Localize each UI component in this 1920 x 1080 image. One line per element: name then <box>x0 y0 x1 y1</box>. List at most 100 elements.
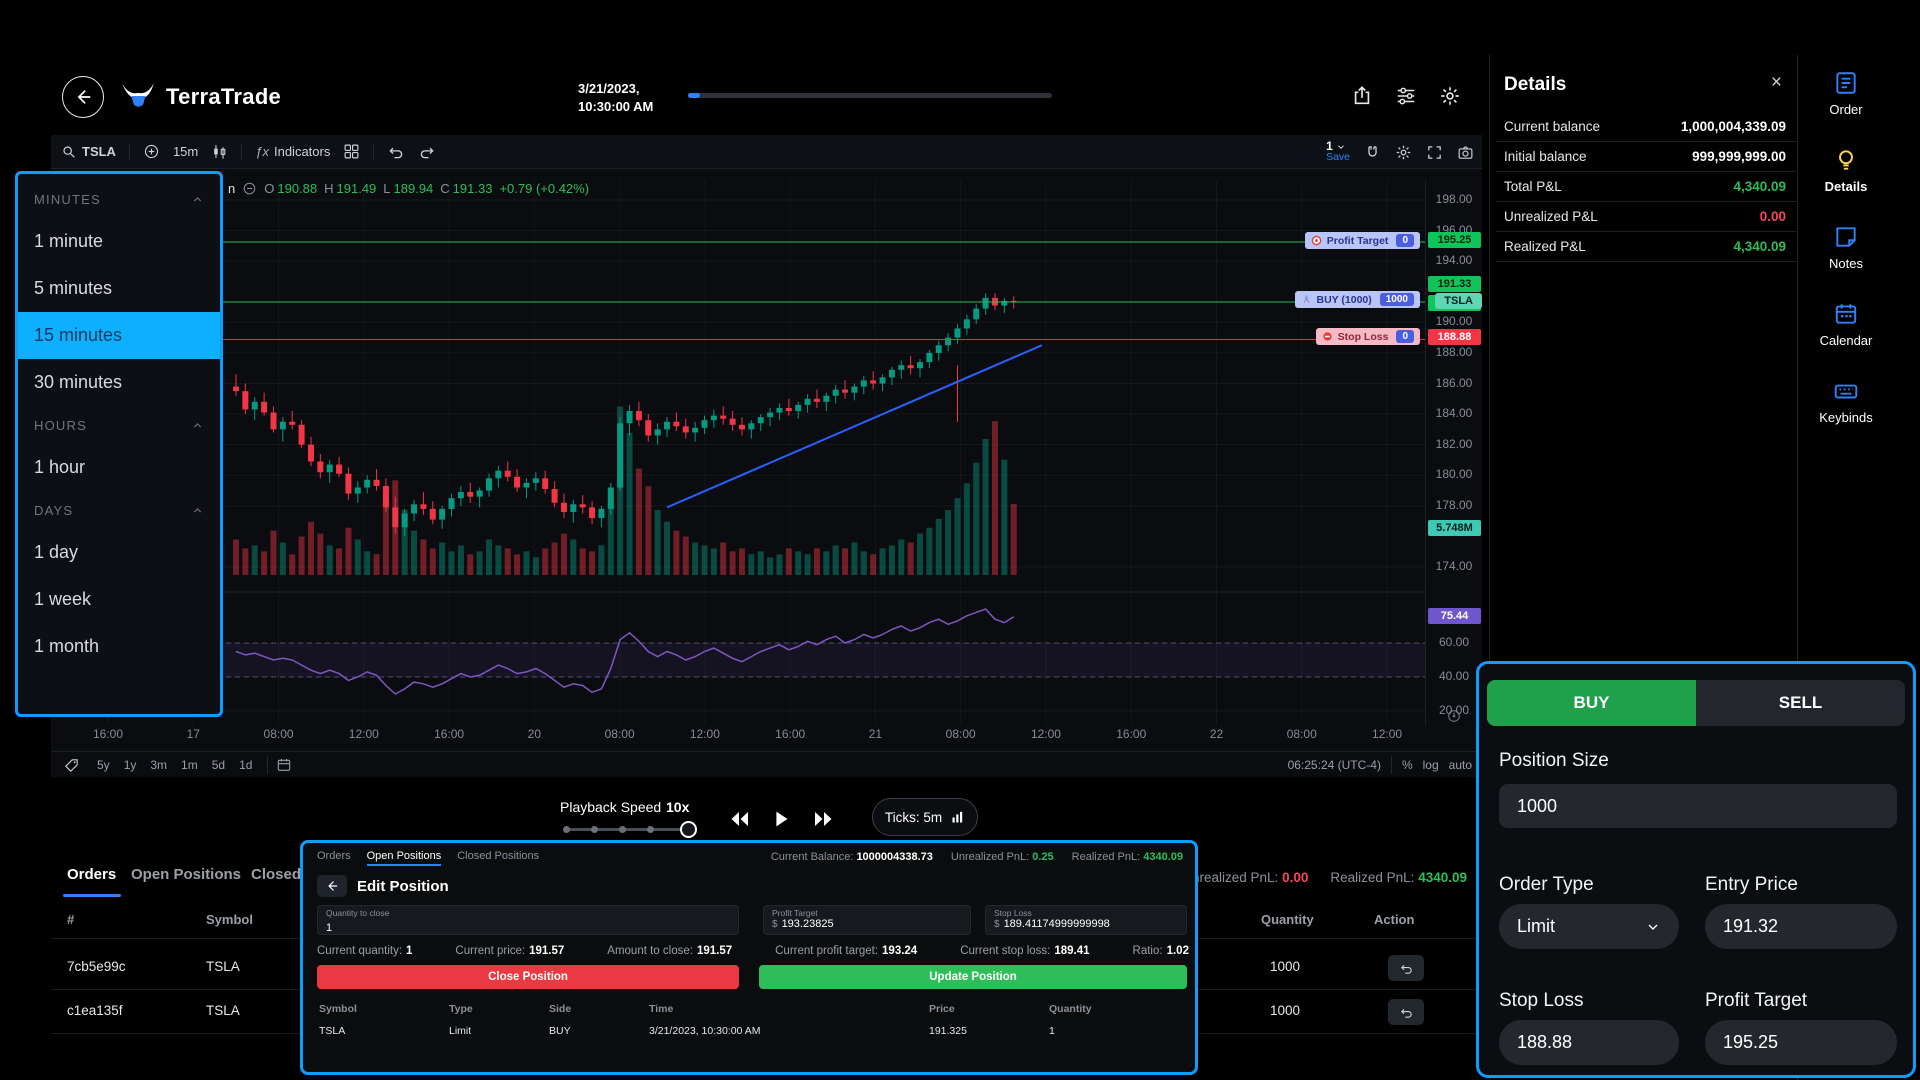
range-1d-button[interactable]: 1d <box>239 758 252 772</box>
range-3m-button[interactable]: 3m <box>150 758 167 772</box>
range-5d-button[interactable]: 5d <box>212 758 225 772</box>
symbol-search[interactable]: TSLA <box>61 144 116 160</box>
section-minutes[interactable]: MINUTES <box>18 180 220 218</box>
time-axis[interactable]: 16:001708:0012:0016:002008:0012:0016:002… <box>55 727 1425 743</box>
range-1y-button[interactable]: 1y <box>124 758 137 772</box>
timeframe-1-month[interactable]: 1 month <box>18 623 220 670</box>
timeframe-30-minutes[interactable]: 30 minutes <box>18 359 220 406</box>
section-hours[interactable]: HOURS <box>18 406 220 444</box>
nav-item-order[interactable]: Order <box>1829 70 1862 117</box>
timeframe-1-minute[interactable]: 1 minute <box>18 218 220 265</box>
rocket-icon <box>1301 294 1312 305</box>
calendar-icon <box>1833 301 1859 327</box>
speed-slider-knob[interactable] <box>680 821 697 838</box>
quantity-to-close-field[interactable]: Quantity to close <box>317 905 739 935</box>
clock-label[interactable]: 06:25:24 (UTC-4) <box>1288 758 1381 772</box>
right-nav: Order Details Notes Calendar Keybinds <box>1800 70 1892 425</box>
position-size-input[interactable] <box>1499 784 1897 828</box>
range-5y-button[interactable]: 5y <box>97 758 110 772</box>
layout-grid-button[interactable] <box>343 143 360 160</box>
compare-add-button[interactable] <box>143 143 160 160</box>
candlestick-chart-canvas[interactable] <box>55 180 1425 725</box>
stop-loss-input[interactable] <box>1499 1020 1679 1065</box>
price-tag-icon[interactable] <box>63 757 80 774</box>
nav-item-details[interactable]: Details <box>1825 147 1868 194</box>
order-type-select[interactable]: Limit <box>1499 904 1679 949</box>
buy-order-line-label[interactable]: BUY (1000) 1000 <box>1295 291 1421 308</box>
auto-scale-button[interactable]: auto <box>1449 758 1472 772</box>
revert-order-button[interactable] <box>1388 955 1424 981</box>
hide-series-icon[interactable] <box>242 181 257 196</box>
stop-loss-input[interactable] <box>1004 918 1170 930</box>
profit-target-field[interactable]: Profit Target $ <box>763 905 971 935</box>
share-button[interactable] <box>1344 78 1380 114</box>
profit-target-input[interactable] <box>1705 1020 1897 1065</box>
settings-button[interactable] <box>1432 78 1468 114</box>
nav-item-calendar[interactable]: Calendar <box>1820 301 1873 348</box>
buy-tab[interactable]: BUY <box>1487 680 1696 726</box>
entry-price-input[interactable] <box>1705 904 1897 949</box>
section-days[interactable]: DAYS <box>18 491 220 529</box>
stop-loss-field[interactable]: Stop Loss $ <box>985 905 1187 935</box>
play-button[interactable] <box>766 804 796 834</box>
ohlc-close-label: C <box>440 181 449 196</box>
indicators-button[interactable]: ƒx Indicators <box>255 144 330 159</box>
redo-button[interactable] <box>418 143 436 161</box>
fullscreen-button[interactable] <box>1426 144 1443 161</box>
price-axis-label: 190.00 <box>1426 314 1482 328</box>
playback-progress-bar[interactable] <box>688 93 1052 98</box>
playback-speed-slider[interactable] <box>563 828 689 831</box>
log-scale-button[interactable]: log <box>1423 758 1439 772</box>
profit-target-input[interactable] <box>782 918 953 930</box>
toolbar-divider <box>129 143 130 161</box>
tab-orders[interactable]: Orders <box>67 866 116 883</box>
timeframe-1-day[interactable]: 1 day <box>18 529 220 576</box>
chart-area[interactable] <box>51 135 1482 777</box>
percent-scale-button[interactable]: % <box>1402 758 1413 772</box>
quantity-to-close-input[interactable] <box>326 922 690 934</box>
popup-back-button[interactable] <box>317 875 347 897</box>
timeframe-1-week[interactable]: 1 week <box>18 576 220 623</box>
close-icon[interactable]: × <box>1771 72 1782 94</box>
snapshot-button[interactable] <box>1457 144 1474 161</box>
popup-account-stats: Current Balance: 1000004338.73 Unrealize… <box>771 851 1183 863</box>
popup-tab-open-positions[interactable]: Open Positions <box>367 850 442 866</box>
strategy-settings-button[interactable] <box>1388 78 1424 114</box>
chart-style-button[interactable] <box>211 143 228 160</box>
update-position-button[interactable]: Update Position <box>759 965 1187 989</box>
undo-button[interactable] <box>387 143 405 161</box>
price-axis[interactable]: 195.25 191.33 191.33 188.88 5.748M 75.44… <box>1425 180 1482 725</box>
popup-tab-closed-positions[interactable]: Closed Positions <box>457 850 539 866</box>
price-axis-label: 182.00 <box>1426 437 1482 451</box>
go-to-date-icon[interactable] <box>276 757 292 773</box>
nav-item-keybinds[interactable]: Keybinds <box>1819 378 1872 425</box>
chart-settings-button[interactable] <box>1395 144 1412 161</box>
rewind-button[interactable] <box>725 804 755 834</box>
timeframe-5-minutes[interactable]: 5 minutes <box>18 265 220 312</box>
info-label: Current quantity: <box>317 945 402 957</box>
interval-button[interactable]: 15m <box>173 144 198 159</box>
stop-loss-label: Stop Loss <box>1499 990 1584 1012</box>
sell-tab[interactable]: SELL <box>1696 680 1905 726</box>
popup-tab-orders[interactable]: Orders <box>317 850 351 866</box>
stop-loss-order-line-label[interactable]: Stop Loss 0 <box>1316 328 1420 345</box>
tab-open-positions[interactable]: Open Positions <box>131 866 241 883</box>
back-button[interactable] <box>62 76 104 118</box>
fast-forward-button[interactable] <box>808 804 838 834</box>
ticks-interval-button[interactable]: Ticks: 5m <box>872 798 978 836</box>
candlestick-icon <box>211 143 228 160</box>
chart-legend: n O190.88 H191.49 L189.94 C191.33 +0.79 … <box>228 181 589 196</box>
revert-order-button[interactable] <box>1388 999 1424 1025</box>
ohlc-high-label: H <box>324 181 333 196</box>
chevron-up-icon <box>191 504 204 517</box>
save-layout-control[interactable]: 1 Save <box>1326 141 1350 163</box>
profit-target-price-badge: 195.25 <box>1428 232 1481 248</box>
profit-target-count: 0 <box>1396 234 1414 247</box>
profit-target-order-line-label[interactable]: Profit Target 0 <box>1305 232 1420 249</box>
magnet-mode-button[interactable] <box>1364 144 1381 161</box>
close-position-button[interactable]: Close Position <box>317 965 739 989</box>
timeframe-1-hour[interactable]: 1 hour <box>18 444 220 491</box>
range-1m-button[interactable]: 1m <box>181 758 198 772</box>
nav-item-notes[interactable]: Notes <box>1829 224 1863 271</box>
timeframe-15-minutes[interactable]: 15 minutes <box>18 312 220 359</box>
